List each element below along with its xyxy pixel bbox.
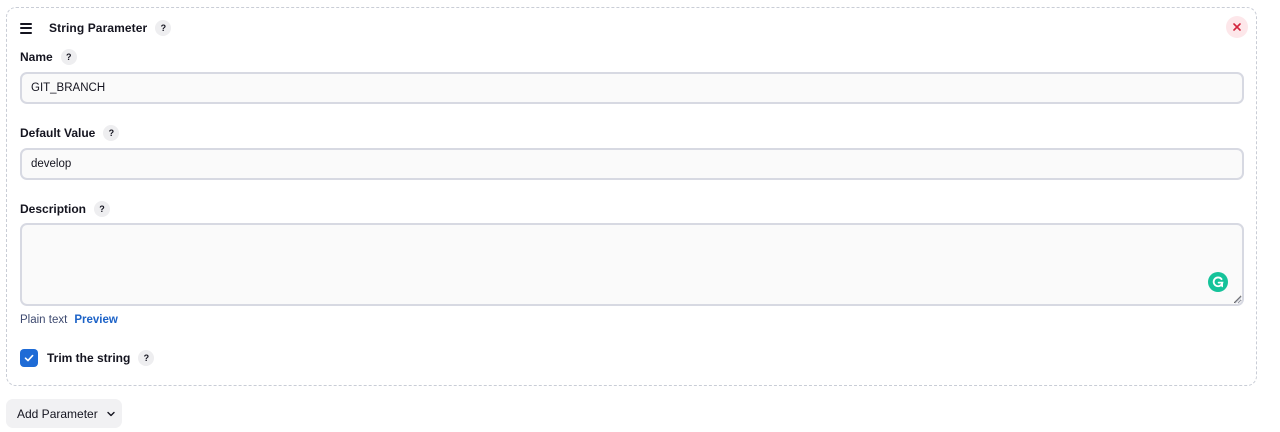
trim-string-help-icon[interactable]: ? bbox=[138, 350, 155, 366]
trim-string-label: Trim the string bbox=[47, 351, 131, 365]
name-help-icon[interactable]: ? bbox=[60, 49, 77, 65]
name-label: Name bbox=[20, 50, 53, 64]
grammarly-icon[interactable] bbox=[1208, 272, 1228, 292]
preview-link[interactable]: Preview bbox=[74, 314, 117, 326]
trim-string-checkbox[interactable] bbox=[20, 349, 38, 367]
default-value-help-icon[interactable]: ? bbox=[103, 125, 120, 141]
grammarly-g-glyph bbox=[1212, 276, 1224, 288]
card-header: String Parameter ? bbox=[20, 18, 172, 38]
default-value-label: Default Value bbox=[20, 126, 96, 140]
plain-text-label: Plain text bbox=[20, 314, 68, 326]
description-help-icon[interactable]: ? bbox=[94, 201, 111, 217]
name-label-row: Name ? bbox=[20, 48, 77, 66]
description-label-row: Description ? bbox=[20, 200, 111, 218]
string-parameter-card: String Parameter ? Name ? Default Value … bbox=[6, 7, 1257, 386]
default-value-label-row: Default Value ? bbox=[20, 124, 120, 142]
text-format-row: Plain text Preview bbox=[20, 314, 118, 326]
description-label: Description bbox=[20, 202, 87, 216]
close-icon bbox=[1233, 23, 1241, 31]
checkmark-icon bbox=[24, 354, 34, 362]
drag-handle-icon[interactable] bbox=[20, 20, 36, 36]
add-parameter-label: Add Parameter bbox=[17, 406, 98, 421]
add-parameter-button[interactable]: Add Parameter bbox=[6, 399, 122, 428]
default-value-input[interactable] bbox=[20, 148, 1244, 180]
resize-grip-icon[interactable] bbox=[1234, 296, 1242, 304]
card-title: String Parameter bbox=[49, 21, 148, 35]
remove-parameter-button[interactable] bbox=[1226, 16, 1248, 38]
trim-string-row: Trim the string ? bbox=[20, 349, 155, 367]
title-help-icon[interactable]: ? bbox=[155, 20, 172, 36]
description-textarea[interactable] bbox=[20, 223, 1244, 306]
name-input[interactable] bbox=[20, 72, 1244, 104]
chevron-down-icon bbox=[106, 409, 116, 419]
